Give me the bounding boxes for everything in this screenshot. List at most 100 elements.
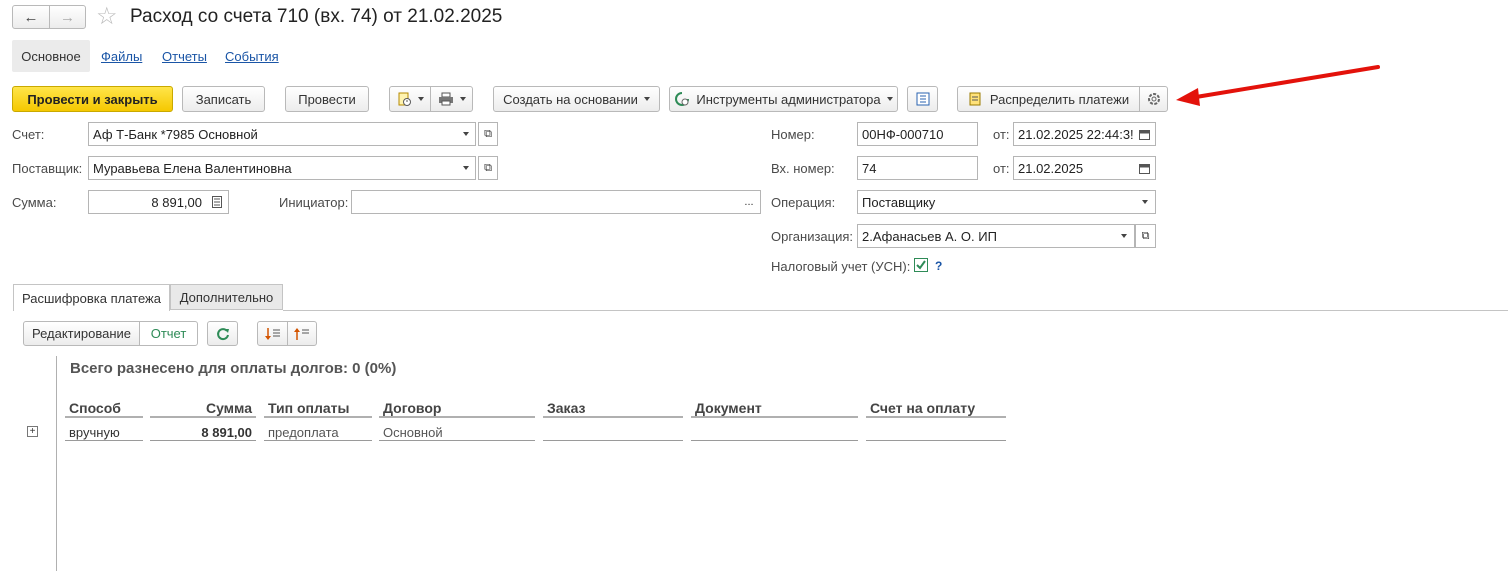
checkmark-icon [916, 260, 926, 270]
col-sum-underline [150, 416, 256, 418]
operation-label: Операция: [771, 195, 836, 210]
page-title: Расход со счета 710 (вх. 74) от 21.02.20… [130, 6, 503, 27]
star-icon[interactable]: ☆ [96, 2, 118, 31]
sum-field[interactable]: 8 891,00 [88, 190, 207, 214]
number-label: Номер: [771, 127, 815, 142]
initiator-select-button[interactable]: ... [738, 190, 761, 214]
supplier-field[interactable]: Муравьева Елена Валентиновна [88, 156, 457, 180]
distribute-settings-button[interactable] [1139, 86, 1168, 112]
refresh-button[interactable] [207, 321, 238, 346]
col-method-underline [65, 416, 143, 418]
forward-button[interactable]: → [49, 5, 86, 29]
document-yellow-icon [969, 92, 981, 106]
back-button[interactable]: ← [12, 5, 50, 29]
refresh-gear-icon [675, 92, 690, 106]
account-label: Счет: [12, 127, 45, 142]
tab-events[interactable]: События [225, 49, 279, 64]
create-based-on-dropdown[interactable]: Создать на основании [493, 86, 660, 112]
tab-files[interactable]: Файлы [101, 49, 142, 64]
date-label: от: [993, 127, 1010, 142]
tab-reports[interactable]: Отчеты [162, 49, 207, 64]
supplier-open-icon[interactable]: ⧉ [478, 156, 498, 180]
row-order-underline [543, 440, 683, 441]
distribute-payments-button[interactable]: Распределить платежи [957, 86, 1140, 112]
post-button[interactable]: Провести [285, 86, 369, 112]
document-clock-icon [398, 92, 411, 106]
calculator-icon [212, 196, 222, 208]
row-invoice-underline [866, 440, 1006, 441]
row-method-underline [65, 440, 143, 441]
mode-report-button[interactable]: Отчет [139, 321, 198, 346]
annotation-arrow [1176, 65, 1380, 106]
organization-field[interactable]: 2.Афанасьев А. О. ИП [857, 224, 1115, 248]
in-date-calendar-button[interactable] [1134, 156, 1156, 180]
calculator-button[interactable] [206, 190, 229, 214]
sort-down-icon [264, 327, 280, 340]
number-field[interactable]: 00НФ-000710 [857, 122, 978, 146]
tab-payment-breakdown[interactable]: Расшифровка платежа [13, 284, 170, 311]
row-pay-type-underline [264, 440, 372, 441]
print-dropdown[interactable] [430, 86, 473, 112]
in-date-field[interactable]: 21.02.2025 [1013, 156, 1135, 180]
row-method: вручную [69, 425, 120, 440]
sort-descending-button[interactable] [257, 321, 288, 346]
in-date-label: от: [993, 161, 1010, 176]
account-open-icon[interactable]: ⧉ [478, 122, 498, 146]
create-based-on-label: Создать на основании [503, 91, 638, 107]
operation-field[interactable]: Поставщику [857, 190, 1136, 214]
row-pay-type: предоплата [268, 425, 339, 440]
tab-main[interactable]: Основное [12, 40, 90, 72]
organization-open-icon[interactable]: ⧉ [1135, 224, 1156, 248]
in-number-field[interactable]: 74 [857, 156, 978, 180]
tab-additional-label: Дополнительно [179, 289, 274, 305]
save-button[interactable]: Записать [182, 86, 265, 112]
row-sum: 8 891,00 [201, 425, 252, 440]
post-and-close-button[interactable]: Провести и закрыть [12, 86, 173, 112]
account-dropdown[interactable] [456, 122, 476, 146]
structure-button[interactable] [907, 86, 938, 112]
printer-icon [438, 92, 453, 106]
col-sum: Сумма [205, 400, 252, 416]
arrow-left-icon: ← [23, 8, 39, 26]
supplier-dropdown[interactable] [456, 156, 476, 180]
expand-row-icon[interactable]: + [27, 426, 38, 437]
row-contract-underline [379, 440, 535, 441]
post-label: Провести [298, 91, 356, 107]
mode-edit-button[interactable]: Редактирование [23, 321, 140, 346]
initiator-field[interactable] [351, 190, 739, 214]
admin-tools-dropdown[interactable]: Инструменты администратора [669, 86, 898, 112]
sort-up-icon [294, 327, 309, 340]
initiator-label: Инициатор: [279, 195, 349, 210]
organization-dropdown[interactable] [1114, 224, 1135, 248]
row-sum-underline [150, 440, 256, 441]
date-field[interactable]: 21.02.2025 22:44:3! [1013, 122, 1135, 146]
post-and-close-label: Провести и закрыть [27, 91, 158, 107]
col-invoice-underline [866, 416, 1006, 418]
col-contract: Договор [383, 400, 442, 416]
row-document-underline [691, 440, 858, 441]
tab-additional[interactable]: Дополнительно [170, 284, 283, 310]
account-field[interactable]: Аф Т-Банк *7985 Основной [88, 122, 457, 146]
tax-help-icon[interactable]: ? [935, 259, 942, 273]
tab-payment-breakdown-label: Расшифровка платежа [22, 290, 161, 306]
tax-checkbox[interactable] [914, 258, 928, 272]
calendar-icon [1139, 129, 1150, 140]
tab-main-label: Основное [21, 48, 81, 64]
document-actions-dropdown[interactable] [389, 86, 431, 112]
distribute-payments-label: Распределить платежи [989, 91, 1130, 107]
col-document: Документ [695, 400, 762, 416]
hierarchy-icon [916, 92, 929, 106]
sort-ascending-button[interactable] [287, 321, 317, 346]
initiator-more-label: ... [744, 196, 754, 208]
operation-dropdown[interactable] [1135, 190, 1156, 214]
col-order-underline [543, 416, 683, 418]
date-calendar-button[interactable] [1134, 122, 1156, 146]
admin-tools-label: Инструменты администратора [696, 91, 881, 107]
report-summary: Всего разнесено для оплаты долгов: 0 (0%… [70, 360, 397, 377]
col-invoice: Счет на оплату [870, 400, 976, 416]
expand-sign: + [29, 426, 36, 437]
col-pay-type-underline [264, 416, 372, 418]
organization-label: Организация: [771, 229, 854, 244]
report-left-border [56, 356, 57, 571]
in-number-label: Вх. номер: [771, 161, 835, 176]
